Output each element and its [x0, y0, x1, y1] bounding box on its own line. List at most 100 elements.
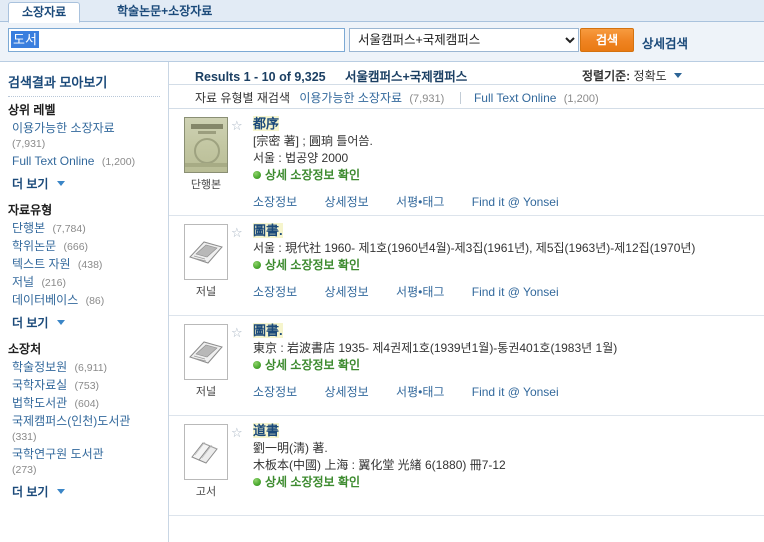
- result-detail-line: 劉一明(淸) 著.: [253, 441, 328, 455]
- action-details[interactable]: 상세정보: [325, 195, 369, 209]
- result-title-link[interactable]: 圖書.: [253, 323, 283, 338]
- facet-item-count: (753): [74, 380, 100, 392]
- chevron-down-icon: [56, 181, 65, 186]
- refine-count: (7,931): [409, 93, 445, 105]
- action-holdings[interactable]: 소장정보: [253, 195, 297, 209]
- record-action-bar: 소장정보 상세정보 서평•태그 Find it @ Yonsei: [253, 183, 764, 215]
- action-holdings[interactable]: 소장정보: [253, 385, 297, 399]
- search-row: 도서 서울캠퍼스+국제캠퍼스 검색 상세검색: [0, 22, 764, 62]
- search-input[interactable]: [8, 28, 345, 52]
- favorite-star-icon[interactable]: ☆: [231, 119, 243, 132]
- results-count: Results 1 - 10 of 9,325: [195, 70, 326, 84]
- facet-item-available-holdings[interactable]: 이용가능한 소장자료 (7,931): [8, 120, 166, 153]
- journal-thumbnail[interactable]: [184, 324, 228, 380]
- facet-more-button-resource-type[interactable]: 더 보기: [12, 314, 65, 331]
- facets-title: 검색결과 모아보기: [8, 72, 160, 97]
- refine-link-full-text-online[interactable]: Full Text Online: [474, 91, 556, 105]
- availability-status[interactable]: 상세 소장정보 확인: [253, 357, 756, 373]
- facet-item-thesis[interactable]: 학위논문 (666): [8, 238, 166, 256]
- facet-item-label: 학위논문: [12, 239, 57, 253]
- facet-item-full-text-online[interactable]: Full Text Online (1,200): [8, 153, 166, 171]
- facet-group-heading: 상위 레벨: [8, 103, 56, 117]
- refine-link-available-holdings[interactable]: 이용가능한 소장자료: [299, 91, 402, 105]
- facet-item-journal[interactable]: 저널 (216): [8, 274, 166, 292]
- advanced-search-link[interactable]: 상세검색: [642, 33, 688, 52]
- record-body: 圖書. 東京 : 岩波書店 1935- 제4권제1호(1939년1월)-통권40…: [253, 322, 764, 373]
- refine-bar: 자료 유형별 재검색 이용가능한 소장자료 (7,931) Full Text …: [169, 85, 764, 109]
- search-button[interactable]: 검색: [580, 28, 634, 52]
- action-details[interactable]: 상세정보: [325, 385, 369, 399]
- action-reviews-tags[interactable]: 서평•태그: [396, 195, 444, 209]
- facet-item-count: (666): [63, 241, 89, 253]
- action-holdings[interactable]: 소장정보: [253, 285, 297, 299]
- result-title-link[interactable]: 都序: [253, 116, 280, 131]
- action-find-it[interactable]: Find it @ Yonsei: [472, 385, 559, 399]
- favorite-star-icon[interactable]: ☆: [231, 226, 243, 239]
- chevron-down-icon: [674, 73, 682, 78]
- thumbnail-column: 단행본: [175, 117, 237, 192]
- facet-item-international-campus-library[interactable]: 국제캠퍼스(인천)도서관 (331): [8, 413, 166, 446]
- chevron-down-icon: [56, 489, 65, 494]
- action-find-it[interactable]: Find it @ Yonsei: [472, 195, 559, 209]
- availability-status[interactable]: 상세 소장정보 확인: [253, 474, 756, 490]
- availability-status[interactable]: 상세 소장정보 확인: [253, 167, 756, 183]
- facet-item-database[interactable]: 데이터베이스 (86): [8, 292, 166, 310]
- action-details[interactable]: 상세정보: [325, 285, 369, 299]
- availability-label: 상세 소장정보 확인: [265, 258, 360, 272]
- tab-articles-plus-holdings[interactable]: 학술논문+소장자료: [104, 2, 225, 22]
- facet-item-law-library[interactable]: 법학도서관 (604): [8, 395, 166, 413]
- facet-item-label: 저널: [12, 275, 35, 289]
- facet-item-text-resource[interactable]: 텍스트 자원 (438): [8, 256, 166, 274]
- tab-local-holdings[interactable]: 소장자료: [8, 2, 81, 23]
- record-body: 圖書. 서울 : 現代社 1960- 제1호(1960년4월)-제3집(1961…: [253, 222, 764, 273]
- action-find-it[interactable]: Find it @ Yonsei: [472, 285, 559, 299]
- journal-thumbnail[interactable]: [184, 224, 228, 280]
- facet-item-label: 텍스트 자원: [12, 257, 71, 271]
- record-body: 都序 [宗密 著] ; 圓珦 틀어씀. 서울 : 법공양 2000 상세 소장정…: [253, 115, 764, 183]
- record-action-bar: 소장정보 상세정보 서평•태그 Find it @ Yonsei: [253, 273, 764, 305]
- green-dot-icon: [253, 361, 261, 369]
- old-book-thumbnail[interactable]: [184, 424, 228, 480]
- action-reviews-tags[interactable]: 서평•태그: [396, 285, 444, 299]
- result-title-link[interactable]: 道書: [253, 423, 280, 438]
- availability-status[interactable]: 상세 소장정보 확인: [253, 257, 756, 273]
- sort-value: 정확도: [633, 69, 667, 83]
- results-panel: Results 1 - 10 of 9,325 서울캠퍼스+국제캠퍼스 정렬기준…: [169, 62, 764, 542]
- facet-item-monograph[interactable]: 단행본 (7,784): [8, 220, 166, 238]
- facet-item-label: 데이터베이스: [12, 293, 79, 307]
- facet-item-label: 단행본: [12, 221, 46, 235]
- book-cover-thumbnail[interactable]: [184, 117, 228, 173]
- facet-more-button-location[interactable]: 더 보기: [12, 483, 65, 500]
- sort-dropdown[interactable]: 정렬기준: 정확도: [582, 67, 682, 84]
- result-title-link[interactable]: 圖書.: [253, 223, 283, 238]
- action-reviews-tags[interactable]: 서평•태그: [396, 385, 444, 399]
- refine-label: 자료 유형별 재검색: [195, 91, 290, 105]
- facet-more-button-top-level[interactable]: 더 보기: [12, 175, 65, 192]
- journal-icon: [189, 241, 223, 264]
- facet-item-count: (273): [12, 464, 37, 476]
- green-dot-icon: [253, 171, 261, 179]
- facet-item-korean-studies-room[interactable]: 국학자료실 (753): [8, 377, 166, 395]
- facet-group-top-level: 상위 레벨 이용가능한 소장자료 (7,931) Full Text Onlin…: [8, 101, 168, 194]
- facet-item-korean-studies-institute-library[interactable]: 국학연구원 도서관 (273): [8, 446, 166, 479]
- availability-label: 상세 소장정보 확인: [265, 475, 360, 489]
- facet-item-label: 법학도서관: [12, 396, 68, 410]
- format-label: 저널: [195, 286, 217, 298]
- record-body: 道書 劉一明(淸) 著. 木板本(中國) 上海 : 翼化堂 光緖 6(1880)…: [253, 422, 764, 490]
- facet-item-label: 국학자료실: [12, 378, 68, 392]
- cover-title-band: [191, 124, 223, 129]
- search-scope-select[interactable]: 서울캠퍼스+국제캠퍼스: [349, 28, 579, 52]
- journal-icon: [189, 341, 223, 364]
- facet-item-count: (6,911): [74, 362, 108, 374]
- format-label: 고서: [195, 486, 217, 498]
- facet-more-label: 더 보기: [12, 177, 49, 191]
- facet-item-count: (7,784): [52, 223, 86, 235]
- facet-item-label: 학술정보원: [12, 360, 68, 374]
- favorite-star-icon[interactable]: ☆: [231, 326, 243, 339]
- favorite-star-icon[interactable]: ☆: [231, 426, 243, 439]
- facet-item-label: 국학연구원 도서관: [12, 447, 104, 461]
- result-detail-line: [宗密 著] ; 圓珦 틀어씀.: [253, 134, 373, 148]
- facet-item-count: (7,931): [12, 138, 46, 150]
- facet-item-label: Full Text Online: [12, 154, 95, 168]
- facet-item-academic-info-center[interactable]: 학술정보원 (6,911): [8, 359, 166, 377]
